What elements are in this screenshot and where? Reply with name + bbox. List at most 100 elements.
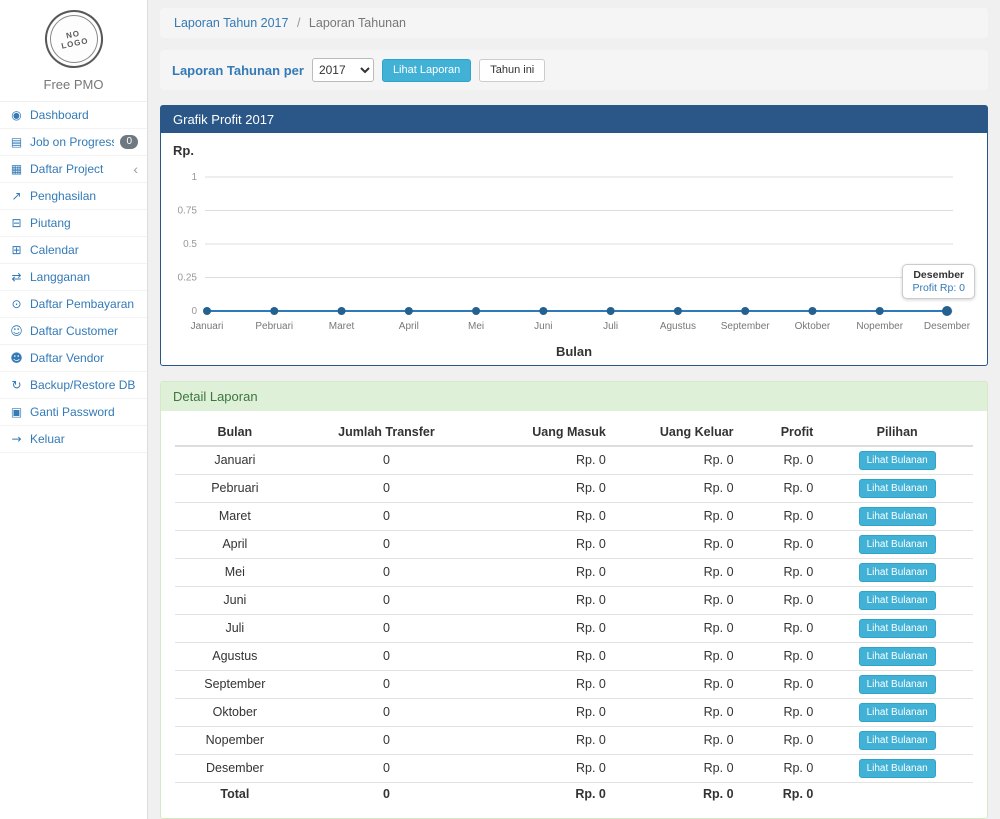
sidebar-item-dashboard[interactable]: ◉Dashboard <box>0 102 147 128</box>
lihat-bulanan-button[interactable]: Lihat Bulanan <box>859 675 936 694</box>
tahun-ini-button[interactable]: Tahun ini <box>479 59 545 82</box>
breadcrumb: Laporan Tahun 2017 / Laporan Tahunan <box>160 8 988 38</box>
sidebar-item-backup-restore-db[interactable]: ↻Backup/Restore DB <box>0 372 147 398</box>
filter-bar: Laporan Tahunan per 2017 Lihat Laporan T… <box>160 50 988 90</box>
data-point-september <box>741 307 749 315</box>
x-tick-label: Mei <box>468 321 484 332</box>
sidebar-item-label: Daftar Project <box>30 162 127 176</box>
cell-bulan: Agustus <box>175 643 295 671</box>
cell-keluar: Rp. 0 <box>614 559 742 587</box>
cell-masuk: Rp. 0 <box>478 559 614 587</box>
cell-profit: Rp. 0 <box>742 727 822 755</box>
cell-masuk: Rp. 0 <box>478 475 614 503</box>
year-select[interactable]: 2017 <box>312 58 374 82</box>
money-icon: ⊙ <box>9 297 24 311</box>
sidebar-item-langganan[interactable]: ⇄Langganan <box>0 264 147 290</box>
x-tick-label: Maret <box>329 321 355 332</box>
cell-masuk: Rp. 0 <box>478 755 614 783</box>
chart-panel: Grafik Profit 2017 Rp. 00.250.50.751Janu… <box>160 105 988 366</box>
cell-masuk: Rp. 0 <box>478 503 614 531</box>
cell-masuk: Rp. 0 <box>478 643 614 671</box>
cell-keluar: Rp. 0 <box>614 446 742 475</box>
cell-profit: Rp. 0 <box>742 503 822 531</box>
lihat-laporan-button[interactable]: Lihat Laporan <box>382 59 471 82</box>
x-tick-label: Agustus <box>660 321 696 332</box>
table-total-row: Total0Rp. 0Rp. 0Rp. 0 <box>175 783 973 807</box>
sidebar-item-label: Ganti Password <box>30 405 138 419</box>
count-badge: 0 <box>120 135 138 149</box>
sidebar-item-label: Dashboard <box>30 108 138 122</box>
lihat-bulanan-button[interactable]: Lihat Bulanan <box>859 591 936 610</box>
calendar-icon: ⊞ <box>9 243 24 257</box>
lihat-bulanan-button[interactable]: Lihat Bulanan <box>859 535 936 554</box>
brand-name: Free PMO <box>0 70 147 101</box>
lihat-bulanan-button[interactable]: Lihat Bulanan <box>859 731 936 750</box>
table-row: Pebruari0Rp. 0Rp. 0Rp. 0Lihat Bulanan <box>175 475 973 503</box>
lihat-bulanan-button[interactable]: Lihat Bulanan <box>859 507 936 526</box>
table-row: Oktober0Rp. 0Rp. 0Rp. 0Lihat Bulanan <box>175 699 973 727</box>
sidebar-item-keluar[interactable]: →Keluar <box>0 426 147 452</box>
profit-chart: Rp. 00.250.50.751JanuariPebruariMaretApr… <box>161 133 987 365</box>
report-table-wrap: BulanJumlah TransferUang MasukUang Kelua… <box>161 411 987 818</box>
cell-keluar: Rp. 0 <box>614 531 742 559</box>
lihat-bulanan-button[interactable]: Lihat Bulanan <box>859 647 936 666</box>
sidebar-item-penghasilan[interactable]: ↗Penghasilan <box>0 183 147 209</box>
sidebar-item-daftar-vendor[interactable]: ☻Daftar Vendor <box>0 345 147 371</box>
cell-jumlah: 0 <box>295 727 479 755</box>
total-cell <box>821 783 973 807</box>
cell-jumlah: 0 <box>295 699 479 727</box>
line-chart-icon: ↗ <box>9 189 24 203</box>
breadcrumb-separator: / <box>297 16 300 30</box>
sidebar-item-daftar-pembayaran[interactable]: ⊙Daftar Pembayaran <box>0 291 147 317</box>
cell-pilihan: Lihat Bulanan <box>821 475 973 503</box>
sidebar-item-ganti-password[interactable]: ▣Ganti Password <box>0 399 147 425</box>
cell-jumlah: 0 <box>295 587 479 615</box>
cell-bulan: Juli <box>175 615 295 643</box>
lihat-bulanan-button[interactable]: Lihat Bulanan <box>859 451 936 470</box>
x-tick-label: Nopember <box>856 321 903 332</box>
lihat-bulanan-button[interactable]: Lihat Bulanan <box>859 479 936 498</box>
lihat-bulanan-button[interactable]: Lihat Bulanan <box>859 563 936 582</box>
table-row: April0Rp. 0Rp. 0Rp. 0Lihat Bulanan <box>175 531 973 559</box>
table-row: Juli0Rp. 0Rp. 0Rp. 0Lihat Bulanan <box>175 615 973 643</box>
cell-keluar: Rp. 0 <box>614 587 742 615</box>
sidebar-item-piutang[interactable]: ⊟Piutang <box>0 210 147 236</box>
lihat-bulanan-button[interactable]: Lihat Bulanan <box>859 619 936 638</box>
data-point-nopember <box>876 307 884 315</box>
breadcrumb-link[interactable]: Laporan Tahun 2017 <box>174 16 288 30</box>
filter-label: Laporan Tahunan per <box>172 63 304 78</box>
cell-bulan: September <box>175 671 295 699</box>
table-row: Maret0Rp. 0Rp. 0Rp. 0Lihat Bulanan <box>175 503 973 531</box>
users-icon: ☻ <box>9 351 24 365</box>
sidebar-item-calendar[interactable]: ⊞Calendar <box>0 237 147 263</box>
logo-text-line2: LOGO <box>60 36 89 51</box>
lihat-bulanan-button[interactable]: Lihat Bulanan <box>859 759 936 778</box>
sidebar-item-daftar-project[interactable]: ▦Daftar Project‹ <box>0 156 147 182</box>
cell-bulan: Nopember <box>175 727 295 755</box>
column-header-pilihan: Pilihan <box>821 419 973 446</box>
cell-jumlah: 0 <box>295 755 479 783</box>
y-tick-label: 0.25 <box>178 273 198 284</box>
sidebar-item-label: Job on Progress <box>30 135 114 149</box>
cell-keluar: Rp. 0 <box>614 755 742 783</box>
table-row: Januari0Rp. 0Rp. 0Rp. 0Lihat Bulanan <box>175 446 973 475</box>
x-tick-label: Januari <box>191 321 224 332</box>
sidebar-menu: ◉Dashboard▤Job on Progress0▦Daftar Proje… <box>0 101 147 453</box>
cell-pilihan: Lihat Bulanan <box>821 615 973 643</box>
line-chart: 00.250.50.751JanuariPebruariMaretAprilMe… <box>171 163 977 341</box>
cell-profit: Rp. 0 <box>742 671 822 699</box>
chart-x-axis-label: Bulan <box>161 344 987 359</box>
table-row: Nopember0Rp. 0Rp. 0Rp. 0Lihat Bulanan <box>175 727 973 755</box>
cell-keluar: Rp. 0 <box>614 699 742 727</box>
sidebar-item-daftar-customer[interactable]: ☺Daftar Customer <box>0 318 147 344</box>
cell-jumlah: 0 <box>295 671 479 699</box>
cell-keluar: Rp. 0 <box>614 615 742 643</box>
cell-pilihan: Lihat Bulanan <box>821 643 973 671</box>
sidebar-item-job-on-progress[interactable]: ▤Job on Progress0 <box>0 129 147 155</box>
breadcrumb-current: Laporan Tahunan <box>309 16 406 30</box>
cell-profit: Rp. 0 <box>742 615 822 643</box>
cell-jumlah: 0 <box>295 503 479 531</box>
data-point-maret <box>338 307 346 315</box>
x-tick-label: April <box>399 321 419 332</box>
lihat-bulanan-button[interactable]: Lihat Bulanan <box>859 703 936 722</box>
